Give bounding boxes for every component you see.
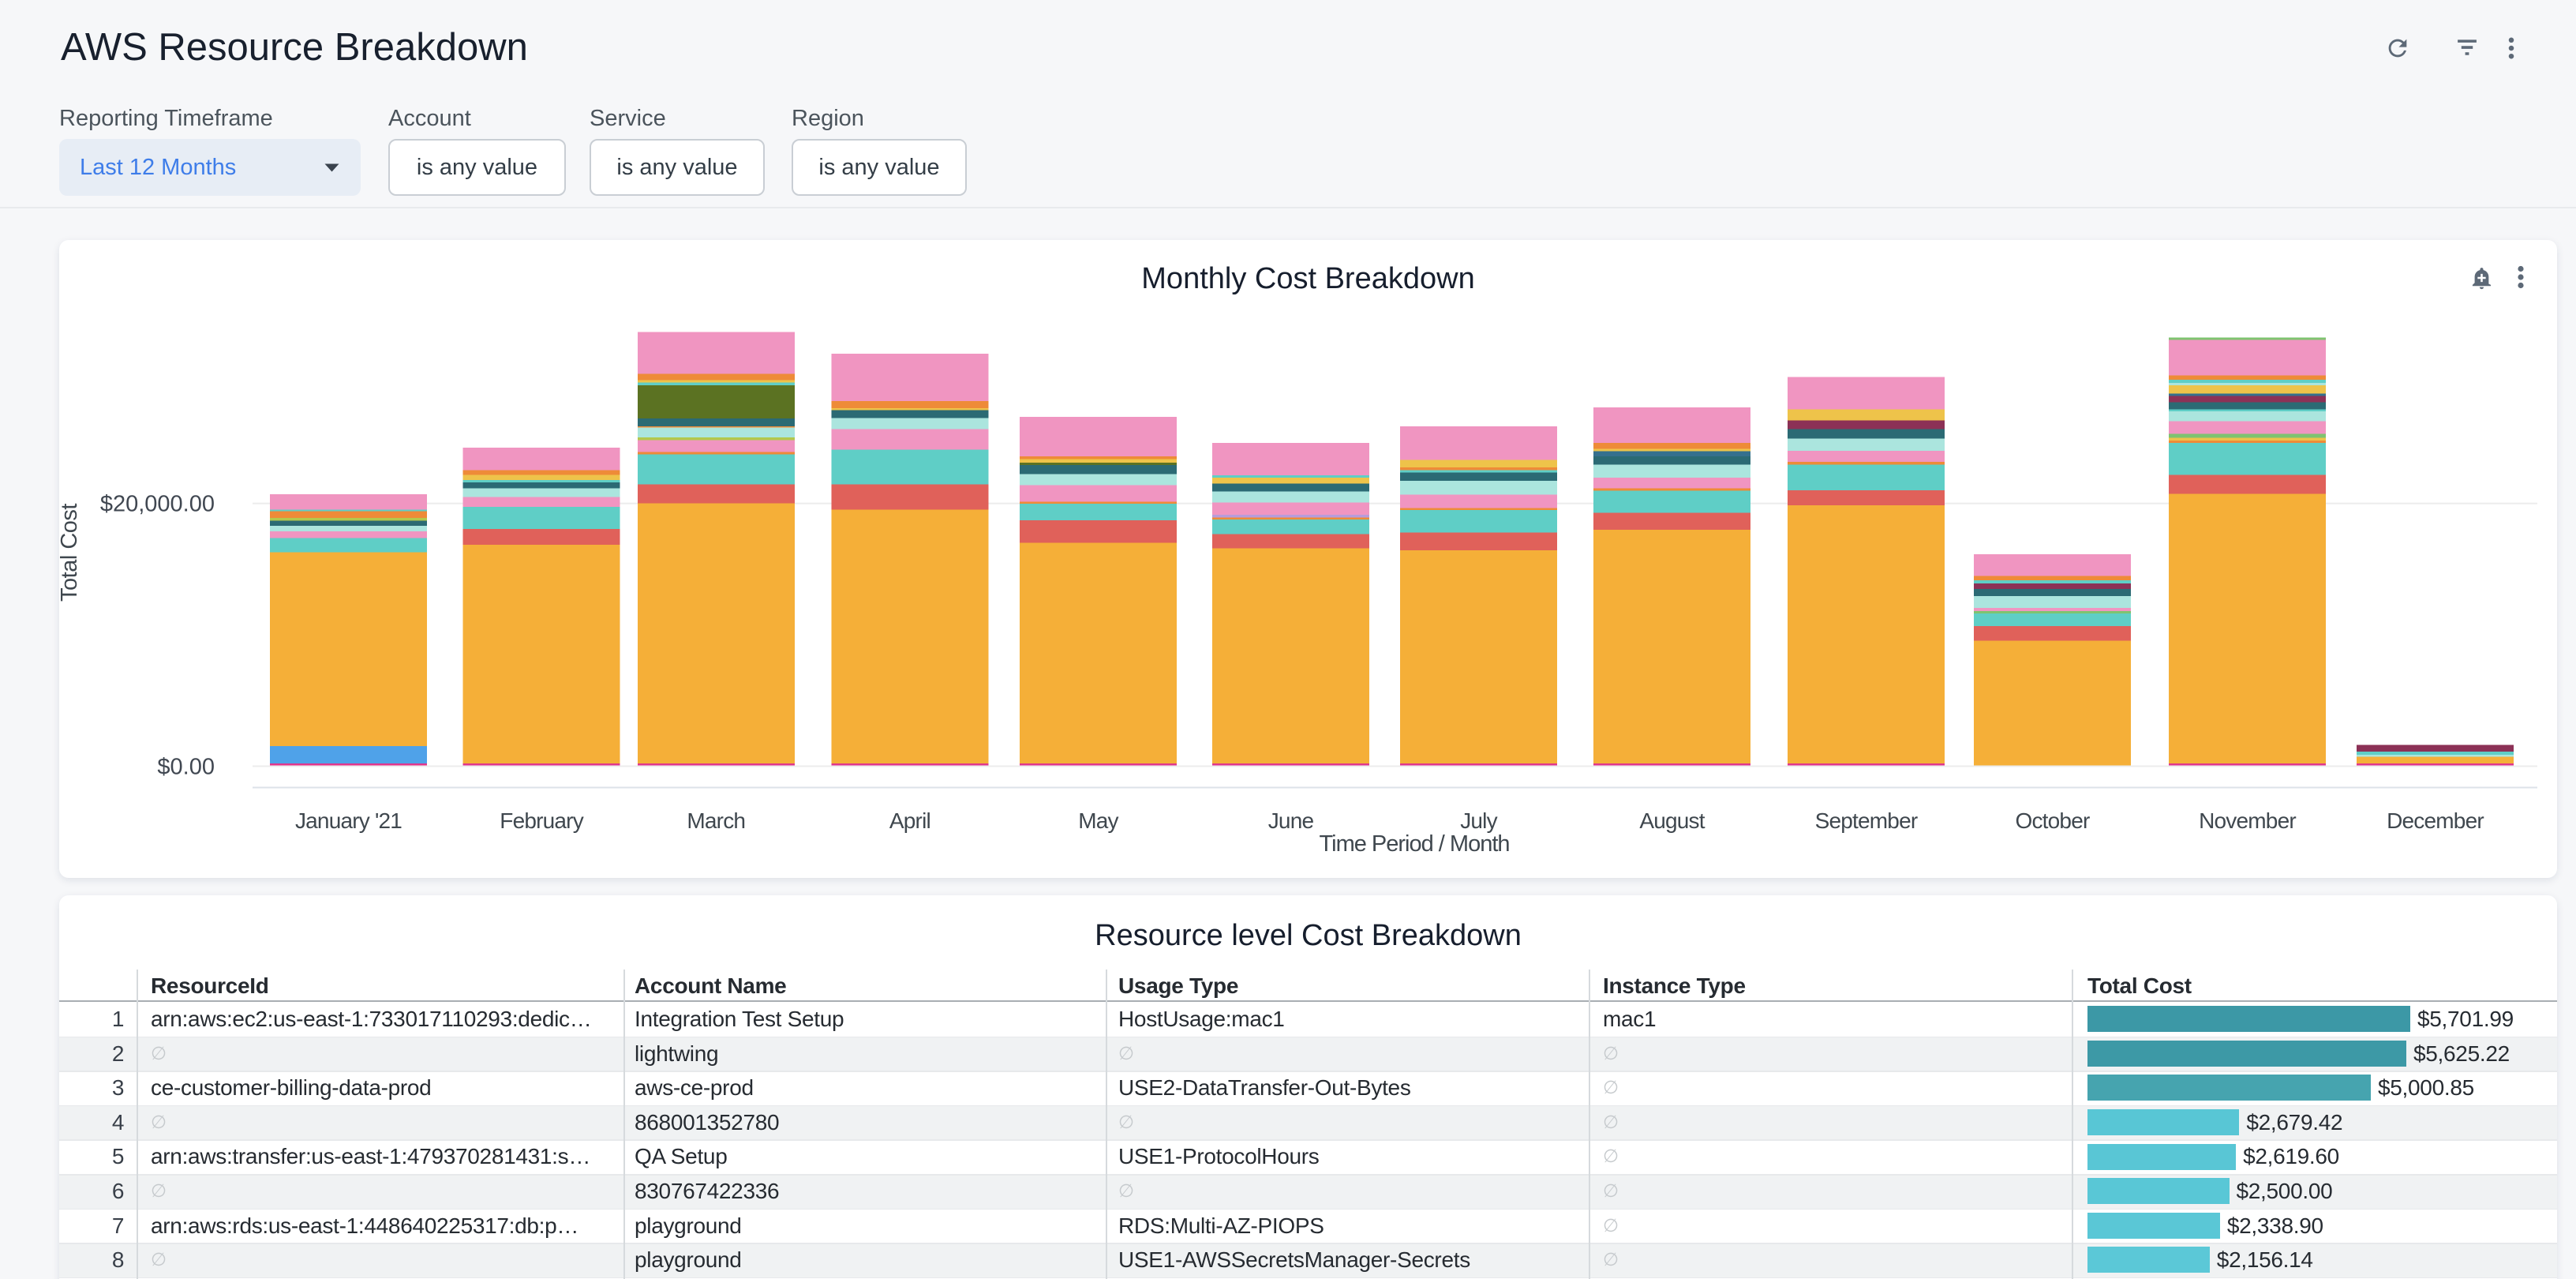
svg-text:$0.00: $0.00: [157, 755, 215, 780]
svg-text:January '21: January '21: [295, 808, 402, 833]
svg-text:November: November: [2199, 808, 2296, 833]
svg-text:May: May: [1078, 808, 1118, 833]
svg-text:$20,000.00: $20,000.00: [100, 492, 215, 517]
svg-text:April: April: [889, 808, 930, 833]
svg-text:October: October: [2016, 808, 2090, 833]
svg-text:Total Cost: Total Cost: [59, 504, 82, 602]
svg-text:September: September: [1815, 808, 1918, 833]
svg-text:August: August: [1639, 808, 1705, 833]
svg-text:July: July: [1460, 808, 1497, 833]
svg-text:Monthly Cost Breakdown: Monthly Cost Breakdown: [1141, 262, 1474, 295]
svg-text:December: December: [2387, 808, 2484, 833]
svg-text:June: June: [1268, 808, 1314, 833]
svg-text:February: February: [500, 808, 583, 833]
svg-text:March: March: [687, 808, 745, 833]
svg-text:Time Period / Month: Time Period / Month: [1319, 831, 1509, 857]
